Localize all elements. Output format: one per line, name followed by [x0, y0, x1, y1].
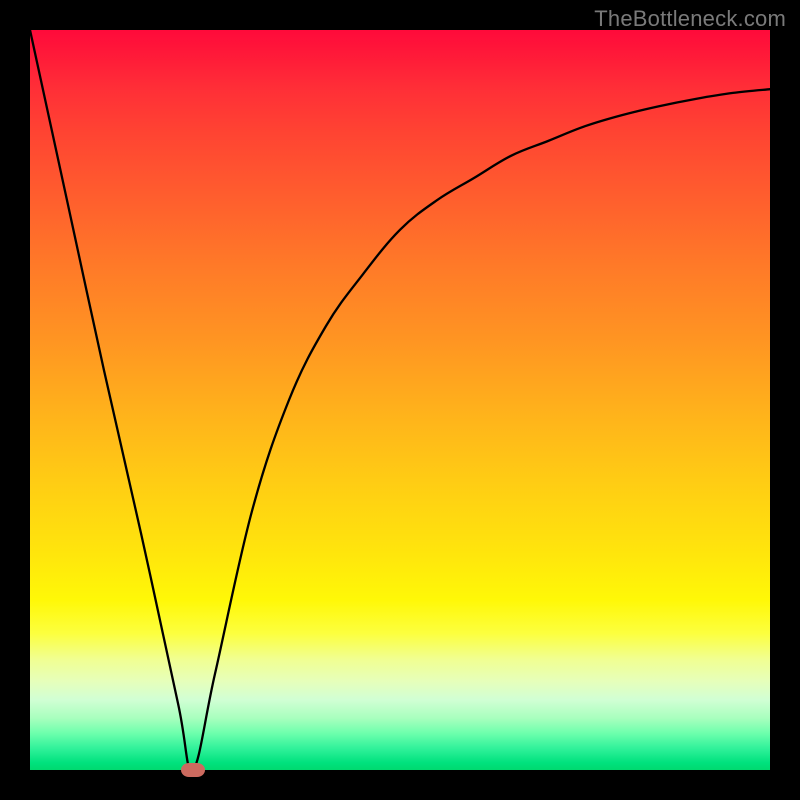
minimum-marker: [181, 763, 205, 777]
attribution-text: TheBottleneck.com: [594, 6, 786, 32]
chart-frame: TheBottleneck.com: [0, 0, 800, 800]
bottleneck-curve: [30, 30, 770, 770]
curve-path: [30, 30, 770, 771]
chart-plot-area: [30, 30, 770, 770]
